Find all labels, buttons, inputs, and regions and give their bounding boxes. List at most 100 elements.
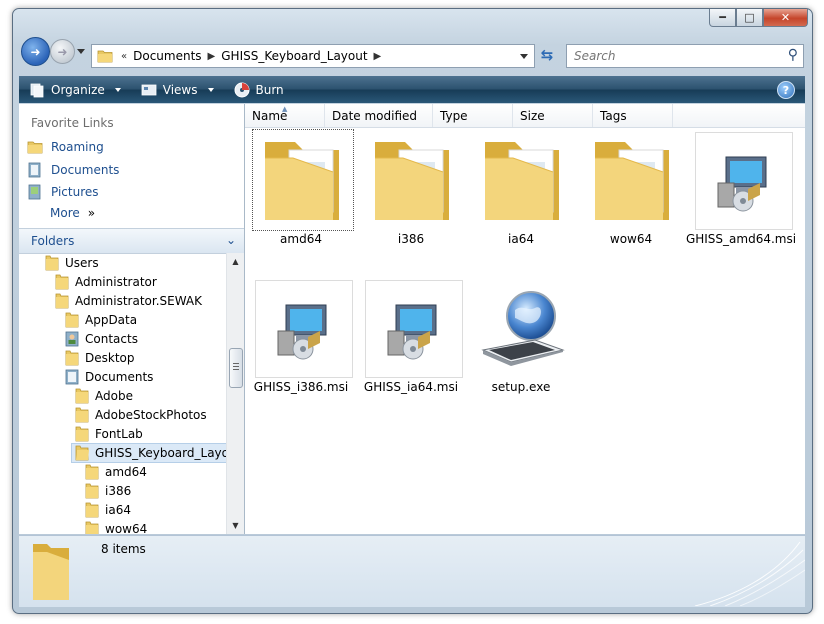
organize-icon xyxy=(30,83,44,97)
breadcrumb-documents[interactable]: Documents xyxy=(133,49,201,63)
tree-node[interactable]: Adobe xyxy=(75,387,133,405)
installer-package-icon xyxy=(255,280,353,378)
file-item-setup[interactable]: setup.exe xyxy=(471,280,571,410)
tree-node-label: Documents xyxy=(85,370,154,384)
search-input[interactable] xyxy=(572,48,776,64)
folder-open-icon xyxy=(75,445,89,461)
organize-label: Organize xyxy=(51,82,105,97)
tree-node-label: Contacts xyxy=(85,332,138,346)
tree-node[interactable]: Contacts xyxy=(65,330,138,348)
views-button[interactable]: Views xyxy=(141,83,214,97)
file-item-label: ia64 xyxy=(508,232,534,246)
column-header-label: Date modified xyxy=(332,108,418,123)
breadcrumb-current-folder[interactable]: GHISS_Keyboard_Layout xyxy=(221,49,367,63)
tree-node[interactable]: AppData xyxy=(65,311,137,329)
tree-node-label: Desktop xyxy=(85,351,135,365)
refresh-icon: ⇆ xyxy=(540,46,554,64)
views-label: Views xyxy=(162,82,198,97)
forward-button[interactable]: ➜ xyxy=(50,39,75,64)
tree-node[interactable]: AdobeStockPhotos xyxy=(75,406,207,424)
breadcrumb-overflow[interactable]: « xyxy=(121,51,127,62)
caption-buttons: ━ □ ✕ xyxy=(709,9,808,27)
file-item-folder[interactable]: wow64 xyxy=(581,132,681,262)
dropdown-arrow-icon xyxy=(114,87,121,92)
tree-node[interactable]: i386 xyxy=(85,482,131,500)
folder-icon xyxy=(85,521,99,534)
tree-node-label: amd64 xyxy=(105,465,147,479)
chevron-down-icon: ⌄ xyxy=(225,233,236,247)
folders-title: Folders xyxy=(31,234,75,248)
file-item-msi[interactable]: GHISS_i386.msi xyxy=(251,280,353,410)
help-button[interactable]: ? xyxy=(777,81,795,99)
tree-node[interactable]: Documents xyxy=(65,368,153,386)
favorite-link-pictures[interactable]: Pictures xyxy=(27,184,99,200)
scroll-up-icon[interactable]: ▲ xyxy=(227,253,244,270)
tree-node[interactable]: Users xyxy=(45,254,99,272)
tree-node[interactable]: FontLab xyxy=(75,425,143,443)
close-button[interactable]: ✕ xyxy=(763,9,808,27)
column-header-name[interactable]: ▲ Name xyxy=(245,104,325,127)
folder-icon xyxy=(45,255,59,271)
file-item-label: setup.exe xyxy=(491,380,551,394)
tree-node[interactable]: amd64 xyxy=(85,463,147,481)
file-item-msi[interactable]: GHISS_ia64.msi xyxy=(361,280,463,410)
maximize-button[interactable]: □ xyxy=(736,9,763,27)
folder-icon xyxy=(55,293,69,309)
address-dropdown-icon[interactable] xyxy=(520,54,528,59)
favorite-link-label: Pictures xyxy=(51,185,99,199)
tree-node-label: Administrator xyxy=(75,275,157,289)
details-pane: 8 items xyxy=(19,535,805,607)
file-item-folder[interactable]: amd64 xyxy=(251,129,354,262)
tree-node-label: wow64 xyxy=(105,522,148,534)
column-header-date-modified[interactable]: Date modified xyxy=(325,104,433,127)
navigation-pane: Favorite Links Roaming Documents Picture… xyxy=(19,104,245,534)
column-header-type[interactable]: Type xyxy=(433,104,513,127)
refresh-button[interactable]: ⇆ xyxy=(536,44,558,66)
pictures-icon xyxy=(28,184,41,200)
file-item-folder[interactable]: i386 xyxy=(361,132,461,262)
search-box[interactable]: ⚲ xyxy=(566,44,804,68)
tree-node-label: ia64 xyxy=(105,503,131,517)
minimize-icon: ━ xyxy=(719,11,726,24)
file-item-msi[interactable]: GHISS_amd64.msi xyxy=(686,132,796,262)
favorite-link-documents[interactable]: Documents xyxy=(27,162,119,178)
burn-disc-icon xyxy=(234,82,249,97)
documents-icon xyxy=(65,369,79,385)
tree-node-label: Administrator.SEWAK xyxy=(75,294,203,308)
back-button[interactable]: ➜ xyxy=(21,37,50,66)
forward-arrow-icon: ➜ xyxy=(57,44,68,59)
search-icon[interactable]: ⚲ xyxy=(788,47,798,63)
documents-icon xyxy=(28,162,41,178)
file-item-folder[interactable]: ia64 xyxy=(471,132,571,262)
back-arrow-icon: ➜ xyxy=(30,44,41,59)
tree-node-selected[interactable]: GHISS_Keyboard_Layout xyxy=(71,443,226,463)
maximize-icon: □ xyxy=(744,11,755,24)
column-header-size[interactable]: Size xyxy=(513,104,593,127)
column-header-tags[interactable]: Tags xyxy=(593,104,673,127)
tree-node[interactable]: ia64 xyxy=(85,501,131,519)
favorite-link-roaming[interactable]: Roaming xyxy=(27,140,104,154)
folder-icon xyxy=(27,141,43,154)
scroll-down-icon[interactable]: ▼ xyxy=(227,517,244,534)
tree-node[interactable]: Administrator xyxy=(55,273,157,291)
tree-node[interactable]: Administrator.SEWAK xyxy=(55,292,202,310)
address-bar[interactable]: « Documents ▶ GHISS_Keyboard_Layout ▶ xyxy=(91,44,535,68)
minimize-button[interactable]: ━ xyxy=(709,9,736,27)
close-icon: ✕ xyxy=(780,11,791,24)
organize-button[interactable]: Organize xyxy=(29,82,121,98)
recent-pages-dropdown[interactable] xyxy=(77,49,85,54)
folders-header[interactable]: Folders ⌄ xyxy=(19,228,244,254)
folder-icon xyxy=(85,464,99,480)
chevron-right-icon[interactable]: ▶ xyxy=(374,51,382,62)
setup-globe-keyboard-icon xyxy=(475,280,571,376)
burn-button[interactable]: Burn xyxy=(234,82,284,98)
file-item-label: GHISS_amd64.msi xyxy=(685,232,797,246)
favorite-link-label: Documents xyxy=(51,163,120,177)
favorite-links-more[interactable]: More » xyxy=(50,206,95,220)
chevron-right-icon[interactable]: ▶ xyxy=(208,51,216,62)
folder-icon xyxy=(85,483,99,499)
tree-node[interactable]: wow64 xyxy=(85,520,147,534)
large-folder-icon xyxy=(585,132,681,228)
tree-node[interactable]: Desktop xyxy=(65,349,135,367)
folder-icon xyxy=(65,312,79,328)
